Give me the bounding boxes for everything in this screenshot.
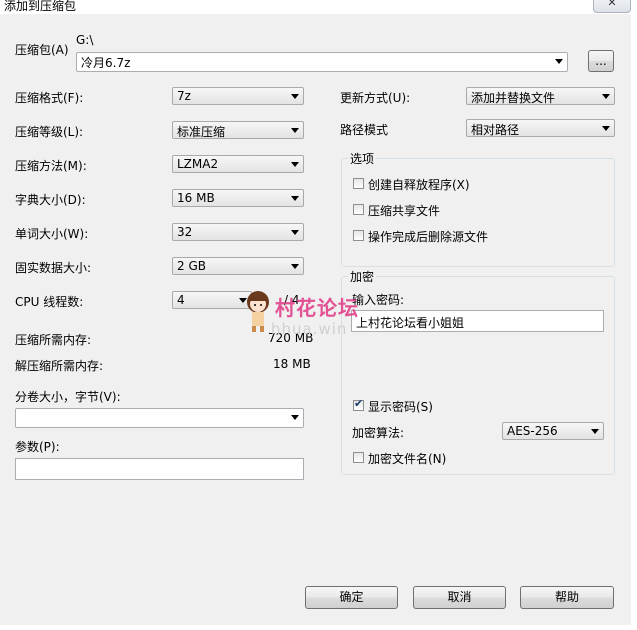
solid-select[interactable]: 2 GB [172,257,304,275]
shared-files-label: 压缩共享文件 [368,204,441,218]
title-bar: 添加到压缩包 ✕ [0,0,637,14]
encrypt-names-checkbox[interactable] [353,452,364,463]
cpu-select[interactable]: 4 [172,291,252,309]
chevron-down-icon [555,59,563,64]
solid-value: 2 GB [177,259,206,273]
chevron-down-icon [291,264,299,269]
archive-name-text: 冷月6.7z [81,56,131,70]
cpu-value: 4 [177,293,185,307]
ok-button[interactable]: 确定 [305,586,398,609]
archive-path: G:\ [76,33,94,47]
delete-after-label: 操作完成后删除源文件 [368,230,489,244]
sfx-label: 创建自释放程序(X) [368,178,470,192]
method-value: LZMA2 [177,157,219,171]
watermark-text: 村花论坛 [275,296,359,320]
window-border-right [631,14,637,630]
word-select[interactable]: 32 [172,223,304,241]
chevron-down-icon [602,94,610,99]
mem-decompress-value: 18 MB [273,357,311,371]
word-value: 32 [177,225,193,239]
chevron-down-icon [291,162,299,167]
update-label: 更新方式(U): [340,91,411,105]
params-label: 参数(P): [15,440,60,454]
mem-compress-label: 压缩所需内存: [15,333,92,347]
window-border-bottom [0,625,637,630]
encryption-method-value: AES-256 [507,424,558,438]
update-value: 添加并替换文件 [471,91,556,105]
show-password-label: 显示密码(S) [368,400,433,414]
update-select[interactable]: 添加并替换文件 [466,87,615,105]
encryption-method-label: 加密算法: [352,426,405,440]
window-title: 添加到压缩包 [4,0,77,13]
word-label: 单词大小(W): [15,227,89,241]
pathmode-value: 相对路径 [471,123,520,137]
method-select[interactable]: LZMA2 [172,155,304,173]
level-label: 压缩等级(L): [15,125,84,139]
chevron-down-icon [602,126,610,131]
split-combo[interactable] [15,408,304,428]
watermark-sub: hhua.win [271,320,348,338]
split-label: 分卷大小，字节(V): [15,390,121,404]
dict-select[interactable]: 16 MB [172,189,304,207]
level-select[interactable]: 标准压缩 [172,121,304,139]
watermark-mascot-icon [247,291,269,332]
delete-after-checkbox[interactable] [353,230,364,241]
dict-label: 字典大小(D): [15,193,86,207]
password-input[interactable]: 上村花论坛看小姐姐 [351,310,604,332]
archive-label: 压缩包(A) [15,43,69,57]
help-button[interactable]: 帮助 [520,586,614,609]
chevron-down-icon [291,94,299,99]
params-input[interactable] [15,458,304,480]
browse-button[interactable]: ... [588,50,614,72]
format-select[interactable]: 7z [172,87,304,105]
cancel-button[interactable]: 取消 [413,586,506,609]
format-label: 压缩格式(F): [15,91,84,105]
chevron-down-icon [291,230,299,235]
options-title: 选项 [348,150,377,167]
pathmode-label: 路径模式 [340,123,389,137]
chevron-down-icon [291,415,299,420]
sfx-checkbox[interactable] [353,178,364,189]
show-password-checkbox[interactable] [353,397,364,411]
pathmode-select[interactable]: 相对路径 [466,119,615,137]
level-value: 标准压缩 [177,125,226,139]
chevron-down-icon [291,196,299,201]
encrypt-names-label: 加密文件名(N) [368,452,447,466]
dict-value: 16 MB [177,191,215,205]
archive-name-combo[interactable]: 冷月6.7z [76,52,568,72]
close-button[interactable]: ✕ [593,0,631,13]
encryption-title: 加密 [348,268,377,285]
close-icon: ✕ [607,0,617,9]
chevron-down-icon [291,128,299,133]
encryption-method-select[interactable]: AES-256 [502,422,604,440]
format-value: 7z [177,89,191,103]
shared-files-checkbox[interactable] [353,204,364,215]
mem-decompress-label: 解压缩所需内存: [15,359,104,373]
watermark: 村花论坛 hhua.win [243,290,383,350]
chevron-down-icon [591,429,599,434]
solid-label: 固实数据大小: [15,261,92,275]
method-label: 压缩方法(M): [15,159,87,173]
cpu-label: CPU 线程数: [15,295,84,309]
